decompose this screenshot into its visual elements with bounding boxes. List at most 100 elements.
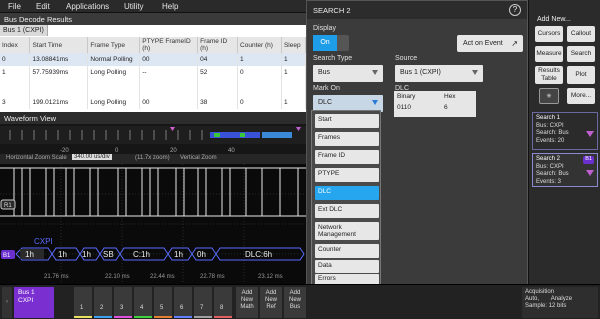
waveform-graphic: CXPI R1 B1 1h 1h 1h SB C:1h 1h 0h DLC:6h… <box>0 164 306 284</box>
cursors-button[interactable]: Cursors <box>535 26 563 42</box>
option-frames[interactable]: Frames <box>315 132 379 146</box>
mark-on-label: Mark On <box>313 85 340 92</box>
packet-label: DLC:6h <box>245 250 272 259</box>
column-header[interactable]: Index <box>0 37 31 53</box>
option-frame-id[interactable]: Frame ID <box>315 150 379 164</box>
table-row[interactable]: 3 199.0121ms Long Polling 00 38 0 1 <box>0 96 307 109</box>
menu-utility[interactable]: Utility <box>124 2 144 11</box>
vertical-zoom-label: Vertical Zoom <box>180 155 217 161</box>
channel-8-button[interactable]: 8 <box>214 287 232 318</box>
waveform-view-title: Waveform View <box>0 112 306 124</box>
column-header[interactable]: PTYPE FrameID (h) <box>139 37 199 53</box>
more-button[interactable]: More... <box>567 88 595 104</box>
panel-title: Bus Decode Results <box>0 13 306 25</box>
hex-value[interactable]: 6 <box>444 104 448 111</box>
option-start[interactable]: Start <box>315 114 379 128</box>
add-new-bus-button[interactable]: Add New Bus <box>284 287 306 318</box>
option-data[interactable]: Data <box>315 260 379 273</box>
dlc-value-box[interactable]: Binary Hex 0110 6 <box>394 91 476 117</box>
results-table-button[interactable]: Results Table <box>535 66 563 84</box>
zoom-scale-label: Horizontal Zoom Scale <box>6 155 67 161</box>
channel-7-button[interactable]: 7 <box>194 287 212 318</box>
bus-name-label: CXPI <box>34 237 53 246</box>
channel-4-button[interactable]: 4 <box>134 287 152 318</box>
column-header[interactable]: Counter (h) <box>237 37 282 53</box>
search-dialog-title: SEARCH 2 <box>307 1 527 19</box>
open-external-icon: ↗ <box>511 39 518 48</box>
packet-label: 1h <box>82 250 91 259</box>
search1-badge[interactable]: Search 1 Bus: CXPI Search: Bus Events: 2… <box>532 112 598 150</box>
help-icon[interactable]: ? <box>509 4 521 16</box>
time-tick: 23.12 ms <box>258 274 283 280</box>
display-on-label: On <box>313 35 337 51</box>
column-header[interactable]: Start Time <box>29 37 89 53</box>
bus-badge[interactable]: B1 <box>3 253 11 259</box>
add-new-label: Add New... <box>537 16 571 23</box>
table-row[interactable]: 1 57.75939ms Long Polling -- 52 0 1 <box>0 66 307 79</box>
search-marker-icon <box>586 170 594 176</box>
channel-5-button[interactable]: 5 <box>154 287 172 318</box>
option-ext-dlc[interactable]: Ext DLC <box>315 204 379 218</box>
right-panel: Add New... Cursors Callout Measure Searc… <box>528 0 600 284</box>
acquisition-badge[interactable]: Acquisition Auto, Analyze Sample: 12 bit… <box>522 287 598 318</box>
search-button[interactable]: Search <box>567 46 595 62</box>
search-type-select[interactable]: Bus <box>313 65 383 82</box>
channel-2-button[interactable]: 2 <box>94 287 112 318</box>
search1-title: Search 1 <box>536 115 561 121</box>
time-tick: 21.76 ms <box>44 274 69 280</box>
chevron-down-icon <box>372 100 378 105</box>
binary-label: Binary <box>397 93 416 100</box>
results-table: Index Start Time Frame Type PTYPE FrameI… <box>0 37 307 109</box>
bottom-settings-bar: ‹ Bus 1 CXPI 1 2 3 4 5 6 7 8 Add New Mat… <box>0 284 600 319</box>
snapshot-icon[interactable]: ✳ <box>539 88 559 104</box>
search2-badge[interactable]: Search 2 B1 Bus: CXPI Search: Bus Events… <box>532 153 598 187</box>
ref-badge[interactable]: R1 <box>4 203 12 209</box>
display-toggle[interactable]: On <box>313 35 349 51</box>
menu-file[interactable]: File <box>8 2 21 11</box>
option-counter[interactable]: Counter <box>315 244 379 258</box>
option-network-management[interactable]: Network Management <box>315 222 379 240</box>
zoom-scale-value[interactable]: 340.00 us/div <box>72 154 112 160</box>
packet-label: 1h <box>25 250 34 259</box>
search1-bus: Bus: CXPI <box>536 122 564 129</box>
column-header[interactable]: Frame ID (h) <box>197 37 239 53</box>
option-ptype[interactable]: PTYPE <box>315 168 379 182</box>
packet-label: C:1h <box>133 250 150 259</box>
search-type-label: Search Type <box>313 55 353 62</box>
scroll-left-icon[interactable]: ‹ <box>2 287 12 318</box>
binary-value[interactable]: 0110 <box>397 104 411 111</box>
waveform-overview[interactable]: -20 0 20 40 <box>0 124 306 154</box>
column-header[interactable]: Frame Type <box>87 37 141 53</box>
measure-button[interactable]: Measure <box>535 46 563 62</box>
option-dlc[interactable]: DLC <box>315 186 379 200</box>
time-tick: 22.44 ms <box>150 274 175 280</box>
callout-button[interactable]: Callout <box>567 26 595 42</box>
menu-edit[interactable]: Edit <box>36 2 50 11</box>
search2-bus-badge: B1 <box>583 156 594 164</box>
add-new-math-button[interactable]: Add New Math <box>236 287 258 318</box>
hex-label: Hex <box>444 93 456 100</box>
menu-applications[interactable]: Applications <box>66 2 109 11</box>
bus1-badge[interactable]: Bus 1 CXPI <box>14 287 54 318</box>
waveform-plot[interactable]: CXPI R1 B1 1h 1h 1h SB C:1h 1h 0h DLC:6h… <box>0 164 306 284</box>
tab-bus1[interactable]: Bus 1 (CXPI) <box>0 25 48 36</box>
search1-events: Events: 20 <box>536 137 565 144</box>
act-on-event-button[interactable]: Act on Event ↗ <box>457 35 523 52</box>
chevron-down-icon <box>472 70 478 75</box>
acquisition-title: Acquisition <box>525 289 555 295</box>
column-header[interactable]: Sleep <box>281 37 307 53</box>
packet-label: 0h <box>197 250 206 259</box>
channel-6-button[interactable]: 6 <box>174 287 192 318</box>
search2-events: Events: 3 <box>536 178 562 185</box>
channel-3-button[interactable]: 3 <box>114 287 132 318</box>
time-tick: 22.78 ms <box>200 274 225 280</box>
plot-button[interactable]: Plot <box>567 66 595 84</box>
menu-help[interactable]: Help <box>162 2 178 11</box>
add-new-ref-button[interactable]: Add New Ref <box>260 287 282 318</box>
bus-decode-results-panel: Bus Decode Results Bus 1 (CXPI) Index St… <box>0 13 307 112</box>
zoom-factor: (11.7x zoom) <box>135 155 170 161</box>
channel-1-button[interactable]: 1 <box>74 287 92 318</box>
chevron-down-icon <box>372 70 378 75</box>
source-select[interactable]: Bus 1 (CXPI) <box>395 65 483 82</box>
table-row[interactable]: 0 13.08841ms Normal Polling 00 04 1 1 <box>0 53 307 66</box>
